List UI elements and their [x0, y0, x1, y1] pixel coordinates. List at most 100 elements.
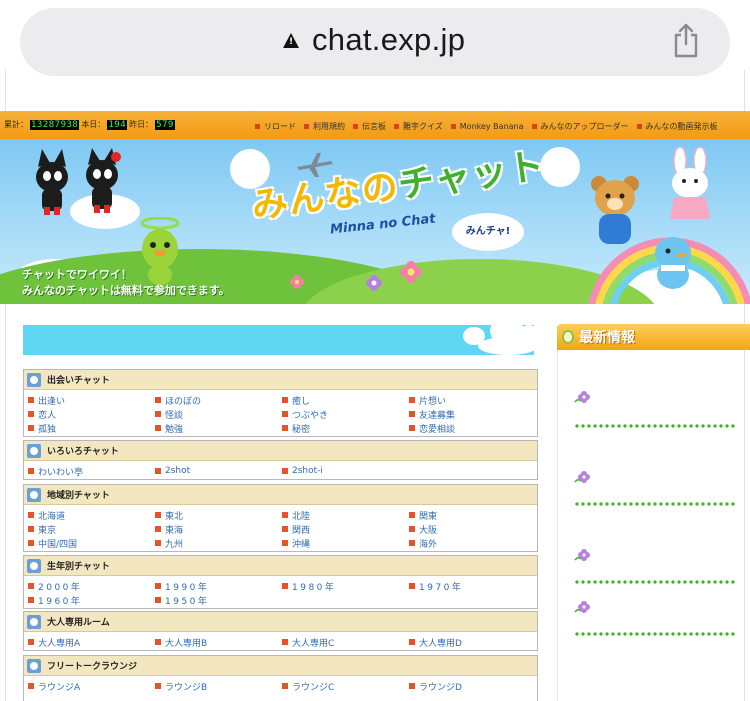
room-link-label[interactable]: 大人専用C — [292, 636, 334, 649]
room-link[interactable]: 2shot — [155, 465, 282, 477]
room-link[interactable]: 1960年 — [28, 594, 155, 607]
top-link-label[interactable]: 難字クイズ — [403, 121, 443, 132]
room-link[interactable]: 癒し — [282, 394, 409, 407]
room-link[interactable]: ラウンジB — [155, 680, 282, 693]
top-link-label[interactable]: 利用規約 — [313, 121, 345, 132]
room-link-label[interactable]: 関東 — [419, 509, 437, 522]
room-link-label[interactable]: 勉強 — [165, 422, 183, 435]
room-link-label[interactable]: 1960年 — [38, 594, 82, 607]
room-link-label[interactable]: 片想い — [419, 394, 446, 407]
room-link-label[interactable]: 2shot — [165, 466, 190, 476]
room-link-label[interactable]: 東京 — [38, 523, 56, 536]
room-link[interactable]: ラウンジD — [409, 680, 536, 693]
room-link[interactable]: ほのぼの — [155, 394, 282, 407]
room-link-label[interactable]: 怪談 — [165, 408, 183, 421]
room-link[interactable]: 東北 — [155, 509, 282, 522]
room-link[interactable]: 恋人 — [28, 408, 155, 421]
top-link-label[interactable]: みんなのアップローダー — [541, 121, 629, 132]
room-link-label[interactable]: 大阪 — [419, 523, 437, 536]
room-link-label[interactable]: 北陸 — [292, 509, 310, 522]
room-link[interactable]: つぶやき — [282, 408, 409, 421]
room-link-label[interactable]: 1970年 — [419, 580, 463, 593]
room-link[interactable]: 関東 — [409, 509, 536, 522]
room-link[interactable]: 大阪 — [409, 523, 536, 536]
room-link-label[interactable]: 北海道 — [38, 509, 65, 522]
room-link[interactable]: 2shot-i — [282, 465, 409, 477]
top-link-label[interactable]: 伝言板 — [362, 121, 386, 132]
room-link-label[interactable]: 恋人 — [38, 408, 56, 421]
top-link-label[interactable]: リロード — [264, 121, 296, 132]
room-link-label[interactable]: 関西 — [292, 523, 310, 536]
room-link-label[interactable]: 沖縄 — [292, 537, 310, 550]
top-link-label[interactable]: Monkey Banana — [460, 122, 524, 131]
room-link[interactable]: ラウンジA — [28, 680, 155, 693]
room-link-label[interactable]: 1950年 — [165, 594, 209, 607]
room-link-label[interactable]: ラウンジA — [38, 680, 80, 693]
room-link-label[interactable]: 恋愛相談 — [419, 422, 455, 435]
room-link[interactable]: 2000年 — [28, 580, 155, 593]
url-text[interactable]: chat.exp.jp — [312, 22, 465, 58]
room-link-label[interactable]: 友達募集 — [419, 408, 455, 421]
room-link[interactable]: 1990年 — [155, 580, 282, 593]
room-link-label[interactable]: 東海 — [165, 523, 183, 536]
room-link-label[interactable]: 大人専用B — [165, 636, 207, 649]
room-link-label[interactable]: 出逢い — [38, 394, 65, 407]
top-link-label[interactable]: みんなの動画発示板 — [646, 121, 718, 132]
top-link-video-board[interactable]: みんなの動画発示板 — [636, 121, 718, 132]
room-link[interactable]: 中国/四国 — [28, 537, 155, 550]
banner-title-part2: チャット — [395, 145, 548, 207]
room-link-label[interactable]: ラウンジB — [165, 680, 207, 693]
room-link-label[interactable]: 1990年 — [165, 580, 209, 593]
room-link[interactable]: 海外 — [409, 537, 536, 550]
top-link-monkey-banana[interactable]: Monkey Banana — [450, 121, 524, 132]
room-link[interactable]: 沖縄 — [282, 537, 409, 550]
room-link[interactable]: 九州 — [155, 537, 282, 550]
top-link-terms[interactable]: 利用規約 — [304, 121, 345, 132]
room-link-label[interactable]: 癒し — [292, 394, 310, 407]
top-link-board[interactable]: 伝言板 — [353, 121, 386, 132]
room-link-label[interactable]: 秘密 — [292, 422, 310, 435]
room-link[interactable]: 関西 — [282, 523, 409, 536]
room-link[interactable]: 東京 — [28, 523, 155, 536]
room-link[interactable]: 大人専用B — [155, 636, 282, 649]
room-link-label[interactable]: 2shot-i — [292, 466, 323, 476]
room-link-label[interactable]: ラウンジC — [292, 680, 334, 693]
room-link-label[interactable]: ラウンジD — [419, 680, 462, 693]
room-link-label[interactable]: 2000年 — [38, 580, 82, 593]
room-link[interactable]: わいわい亭 — [28, 465, 155, 478]
room-link[interactable]: 大人専用D — [409, 636, 536, 649]
room-link[interactable]: 片想い — [409, 394, 536, 407]
room-link-label[interactable]: ほのぼの — [165, 394, 201, 407]
room-link[interactable]: 恋愛相談 — [409, 422, 536, 435]
room-link[interactable]: 秘密 — [282, 422, 409, 435]
room-link[interactable]: 友達募集 — [409, 408, 536, 421]
room-link-label[interactable]: わいわい亭 — [38, 465, 83, 478]
room-link-label[interactable]: 東北 — [165, 509, 183, 522]
top-link-uploader[interactable]: みんなのアップローダー — [531, 121, 629, 132]
room-link-label[interactable]: 大人専用D — [419, 636, 462, 649]
room-link[interactable]: 怪談 — [155, 408, 282, 421]
room-link[interactable]: 1980年 — [282, 580, 409, 593]
room-link[interactable]: 大人専用A — [28, 636, 155, 649]
room-link-label[interactable]: 1980年 — [292, 580, 336, 593]
room-link[interactable]: 1950年 — [155, 594, 282, 607]
share-icon[interactable] — [672, 22, 700, 58]
room-link[interactable]: 勉強 — [155, 422, 282, 435]
room-link[interactable]: 大人専用C — [282, 636, 409, 649]
room-link[interactable]: 北陸 — [282, 509, 409, 522]
top-link-reload[interactable]: リロード — [255, 121, 296, 132]
room-link-label[interactable]: 孤独 — [38, 422, 56, 435]
room-link[interactable]: 孤独 — [28, 422, 155, 435]
site-banner[interactable]: みんなのチャット Minna no Chat みんチャ! チャットでワイワイ！ … — [0, 139, 750, 304]
top-link-quiz[interactable]: 難字クイズ — [394, 121, 443, 132]
room-link-label[interactable]: 大人専用A — [38, 636, 80, 649]
room-link[interactable]: 東海 — [155, 523, 282, 536]
room-link-label[interactable]: つぶやき — [292, 408, 328, 421]
room-link[interactable]: 出逢い — [28, 394, 155, 407]
room-link-label[interactable]: 九州 — [165, 537, 183, 550]
room-link[interactable]: 北海道 — [28, 509, 155, 522]
room-link-label[interactable]: 海外 — [419, 537, 437, 550]
room-link[interactable]: ラウンジC — [282, 680, 409, 693]
room-link-label[interactable]: 中国/四国 — [38, 537, 77, 550]
room-link[interactable]: 1970年 — [409, 580, 536, 593]
